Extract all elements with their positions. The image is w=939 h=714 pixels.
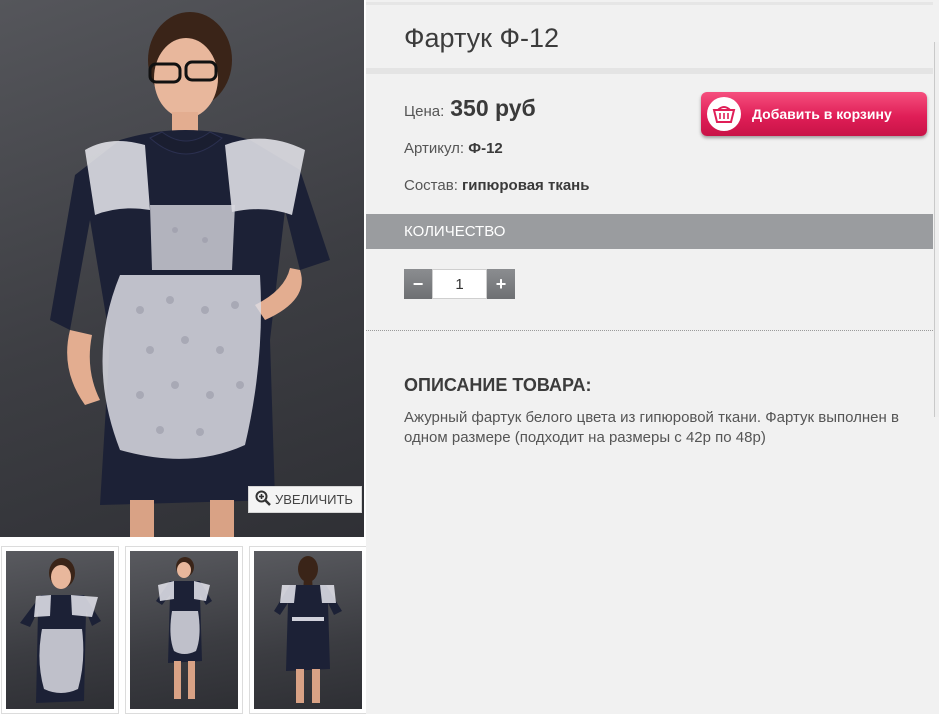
thumbnail-full-illustration: [156, 557, 212, 699]
thumbnail-full[interactable]: [125, 546, 243, 714]
thumbnail-back[interactable]: [249, 546, 367, 714]
quantity-header: КОЛИЧЕСТВО: [366, 214, 933, 249]
thumbnail-front-illustration: [20, 558, 101, 703]
zoom-button[interactable]: УВЕЛИЧИТЬ: [248, 486, 362, 513]
basket-icon: [707, 97, 741, 131]
product-info-panel: Фартук Ф-12 Цена: 350 руб Добавить в кор…: [366, 0, 939, 714]
price-label: Цена:: [404, 103, 445, 120]
quantity-decrease-button[interactable]: −: [404, 269, 432, 299]
add-to-cart-label: Добавить в корзину: [752, 106, 892, 122]
composition-value: гипюровая ткань: [462, 177, 590, 194]
description-text: Ажурный фартук белого цвета из гипюровой…: [404, 409, 899, 446]
title-box: Фартук Ф-12: [366, 2, 933, 66]
section-divider: [366, 330, 933, 331]
magnifier-plus-icon: [255, 490, 271, 509]
add-to-cart-button[interactable]: Добавить в корзину: [701, 92, 927, 136]
main-product-image[interactable]: УВЕЛИЧИТЬ: [0, 0, 364, 537]
composition-row: Состав: гипюровая ткань: [404, 177, 589, 194]
zoom-label: УВЕЛИЧИТЬ: [275, 492, 353, 507]
model-in-apron-illustration: [50, 12, 330, 537]
article-value: Ф-12: [468, 140, 503, 157]
thumbnail-back-illustration: [274, 556, 342, 703]
thumbnail-front[interactable]: [1, 546, 119, 714]
product-title: Фартук Ф-12: [404, 23, 559, 53]
article-row: Артикул: Ф-12: [404, 140, 503, 157]
thumbnail-strip: [0, 546, 367, 714]
quantity-stepper: − +: [404, 269, 515, 299]
title-divider: [366, 68, 933, 74]
price-value: 350 руб: [450, 95, 536, 121]
scrollbar[interactable]: [934, 42, 939, 417]
description-heading: ОПИСАНИЕ ТОВАРА:: [404, 375, 592, 395]
price-row: Цена: 350 руб: [404, 95, 536, 122]
quantity-input[interactable]: [432, 269, 487, 299]
article-label: Артикул:: [404, 140, 465, 157]
quantity-increase-button[interactable]: +: [487, 269, 515, 299]
composition-label: Состав:: [404, 177, 458, 194]
